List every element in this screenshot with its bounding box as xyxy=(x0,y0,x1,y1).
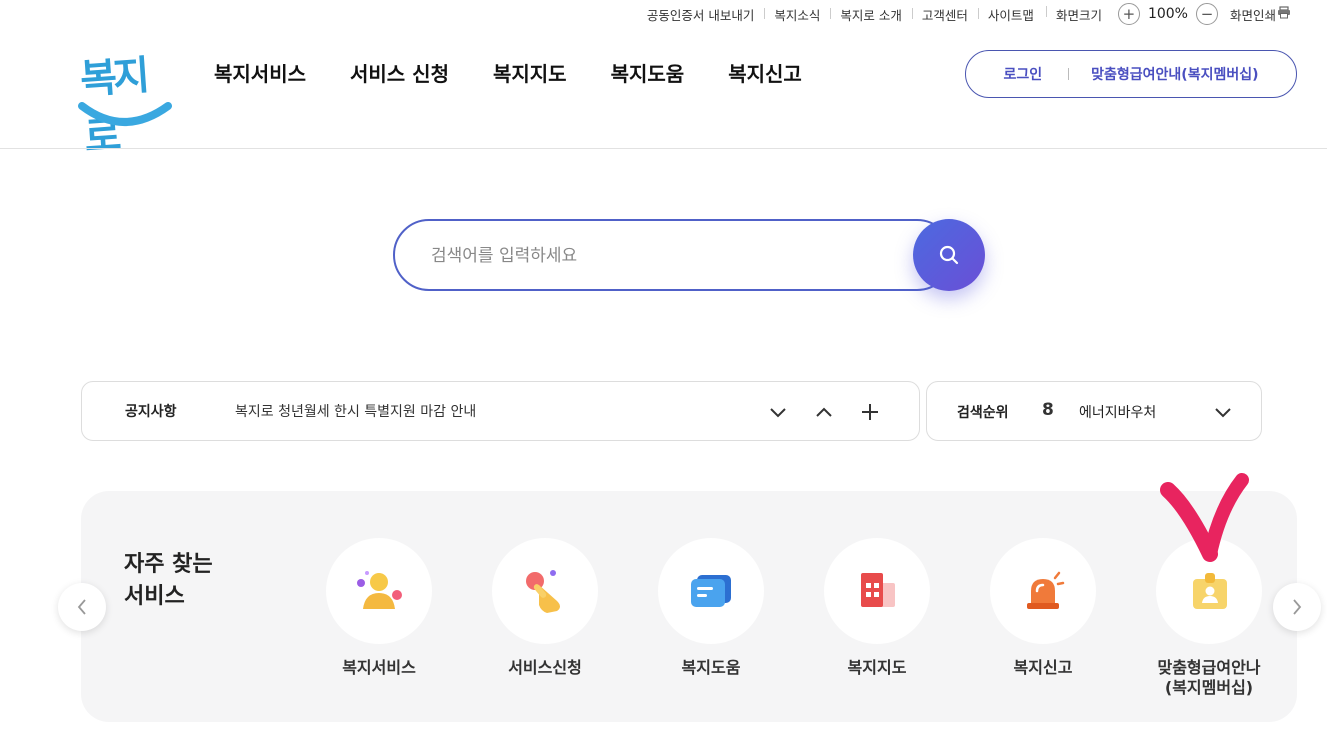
nav-welfare-help[interactable]: 복지도움 xyxy=(589,58,707,87)
id-badge-icon xyxy=(1193,573,1227,609)
divider xyxy=(1068,68,1070,80)
title-line-1: 자주 찾는 xyxy=(124,552,213,577)
ranking-expand-button[interactable] xyxy=(1211,400,1235,424)
util-link-customer-center[interactable]: 고객센터 xyxy=(911,5,978,24)
header-divider xyxy=(0,148,1327,149)
util-link-news[interactable]: 복지소식 xyxy=(764,5,830,24)
favorite-services-title: 자주 찾는 서비스 xyxy=(124,549,244,613)
plus-icon xyxy=(862,404,878,420)
util-link-sitemap[interactable]: 사이트맵 xyxy=(977,5,1044,24)
carousel-next-button[interactable] xyxy=(1273,583,1321,631)
ranking-number: 8 xyxy=(1042,400,1054,420)
print-label: 화면인쇄 xyxy=(1229,7,1276,23)
notice-more-button[interactable] xyxy=(858,400,882,424)
ranking-keyword[interactable]: 에너지바우처 xyxy=(1079,402,1156,422)
service-label: 복지서비스 xyxy=(342,658,416,677)
search-ranking-bar: 검색순위 8 에너지바우처 xyxy=(926,381,1262,441)
search-box xyxy=(393,219,953,291)
notice-next-button[interactable] xyxy=(766,400,790,424)
zoom-control: 화면크기 + 100% − xyxy=(1044,3,1218,25)
main-navigation: 복지서비스 서비스 신청 복지지도 복지도움 복지신고 xyxy=(192,58,824,87)
membership-button[interactable]: 맞춤형급여안내(복지멤버십) xyxy=(1091,64,1258,84)
chevron-up-icon xyxy=(816,407,832,417)
zoom-in-button[interactable]: + xyxy=(1117,3,1140,25)
chevron-left-icon xyxy=(77,599,86,615)
nav-welfare-services[interactable]: 복지서비스 xyxy=(192,58,328,87)
nav-welfare-report[interactable]: 복지신고 xyxy=(706,58,824,87)
service-label: 복지신고 xyxy=(1013,658,1073,677)
service-icon-circle xyxy=(824,538,930,644)
search-button[interactable] xyxy=(913,219,985,291)
service-item-welfare-report[interactable]: 복지신고 xyxy=(973,538,1113,678)
logo-smile-icon xyxy=(78,102,172,126)
chevron-down-icon xyxy=(770,408,786,418)
print-button[interactable]: 화면인쇄 xyxy=(1230,5,1291,24)
service-icon-circle xyxy=(990,538,1096,644)
chevron-down-icon xyxy=(1215,408,1231,418)
hand-pointer-icon xyxy=(526,570,560,613)
service-icon-circle xyxy=(492,538,598,644)
search-icon xyxy=(939,245,959,265)
page: 공동인증서 내보내기 복지소식 복지로 소개 고객센터 사이트맵 화면크기 + … xyxy=(0,0,1327,739)
service-label-line-2: (복지멤버십) xyxy=(1164,678,1254,697)
printer-icon xyxy=(1277,6,1291,22)
service-item-welfare-map[interactable]: 복지지도 xyxy=(807,538,947,678)
util-link-certificate-export[interactable]: 공동인증서 내보내기 xyxy=(637,5,764,24)
util-link-about[interactable]: 복지로 소개 xyxy=(830,5,911,24)
notice-label: 공지사항 xyxy=(125,404,177,420)
service-label: 복지지도 xyxy=(847,658,907,677)
building-map-icon xyxy=(861,573,895,607)
ranking-label: 검색순위 xyxy=(957,405,1009,421)
service-label-line-1: 맞춤형급여안나 xyxy=(1157,658,1261,677)
chat-bubble-icon xyxy=(691,575,731,607)
service-label: 복지도움 xyxy=(681,658,741,677)
chevron-right-icon xyxy=(1293,599,1302,615)
checkmark-icon xyxy=(1160,473,1249,562)
service-label: 서비스신청 xyxy=(508,658,582,677)
title-line-2: 서비스 xyxy=(124,584,185,609)
service-item-welfare-help[interactable]: 복지도움 xyxy=(641,538,781,678)
search-input[interactable] xyxy=(431,241,891,271)
service-icon-circle xyxy=(658,538,764,644)
search-area xyxy=(393,219,985,291)
site-logo[interactable]: 복지로 xyxy=(76,44,176,161)
siren-icon xyxy=(1027,571,1065,609)
service-item-service-application[interactable]: 서비스신청 xyxy=(475,538,615,678)
service-icon-circle xyxy=(326,538,432,644)
service-item-welfare-services[interactable]: 복지서비스 xyxy=(309,538,449,678)
utility-bar: 공동인증서 내보내기 복지소식 복지로 소개 고객센터 사이트맵 화면크기 + … xyxy=(637,0,1291,28)
nav-service-application[interactable]: 서비스 신청 xyxy=(328,58,471,87)
zoom-value: 100% xyxy=(1147,6,1188,22)
zoom-label: 화면크기 xyxy=(1055,7,1102,23)
service-label: 맞춤형급여안나 (복지멤버십) xyxy=(1139,658,1279,698)
carousel-prev-button[interactable] xyxy=(58,583,106,631)
login-button[interactable]: 로그인 xyxy=(1004,64,1043,84)
person-icon xyxy=(357,571,402,609)
notice-prev-button[interactable] xyxy=(812,400,836,424)
nav-welfare-map[interactable]: 복지지도 xyxy=(471,58,589,87)
notice-link[interactable]: 복지로 청년월세 한시 특별지원 마감 안내 xyxy=(235,401,476,421)
notice-bar: 공지사항 복지로 청년월세 한시 특별지원 마감 안내 xyxy=(81,381,920,441)
zoom-out-button[interactable]: − xyxy=(1195,3,1218,25)
account-box: 로그인 맞춤형급여안내(복지멤버십) xyxy=(965,50,1297,98)
